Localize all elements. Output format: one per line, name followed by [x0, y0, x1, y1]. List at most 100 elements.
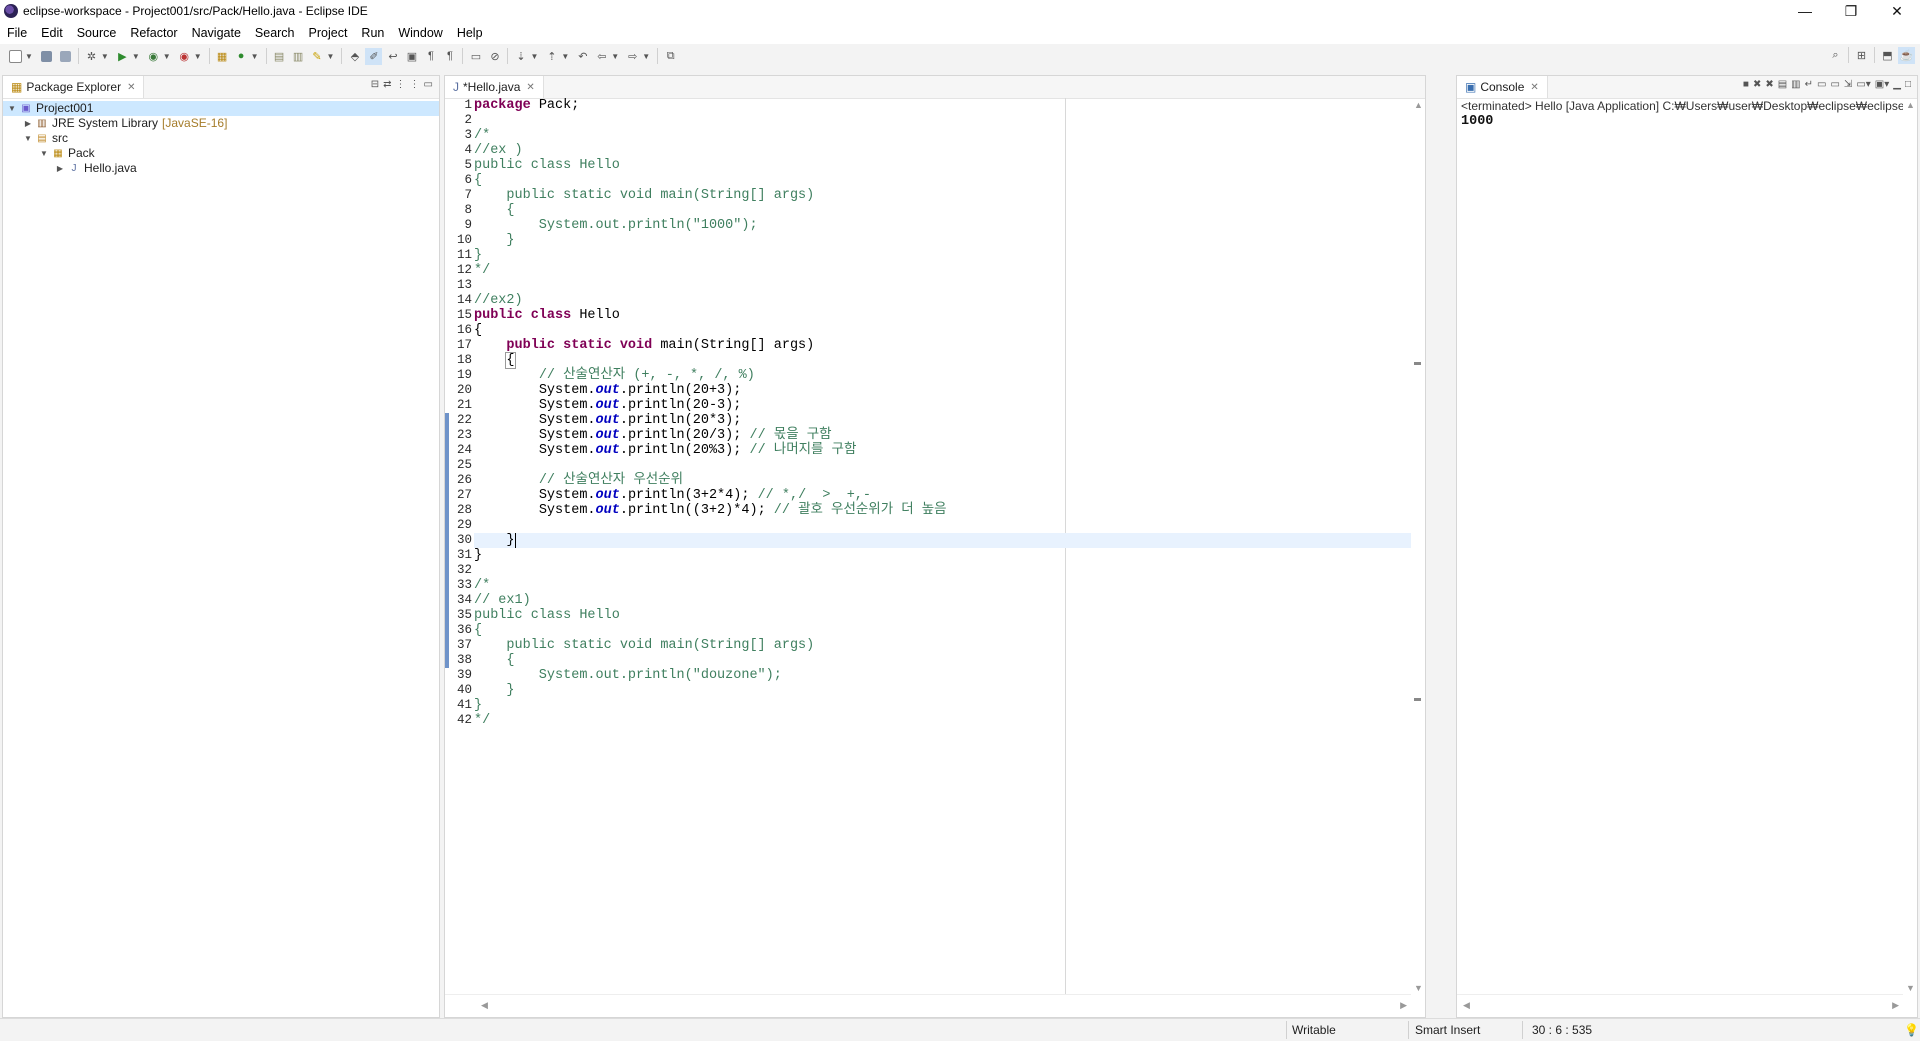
scroll-up-icon[interactable]: ▲ [1906, 100, 1915, 110]
status-insert-mode[interactable]: Smart Insert [1415, 1023, 1480, 1037]
chevron-down-icon[interactable]: ▼ [132, 52, 140, 61]
status-cursor-position[interactable]: 30 : 6 : 535 [1532, 1023, 1592, 1037]
scroll-down-icon[interactable]: ▼ [1906, 983, 1915, 993]
menu-source[interactable]: Source [70, 26, 124, 40]
close-icon[interactable]: ✕ [526, 82, 534, 93]
console-vertical-scrollbar[interactable]: ▲ ▼ [1903, 98, 1917, 995]
paragraph-icon[interactable]: ¶ [441, 48, 458, 65]
display-console-icon[interactable]: ▭▾ [1856, 79, 1870, 90]
terminal-icon[interactable]: ▭ [467, 48, 484, 65]
show-whitespace-icon[interactable]: ¶ [422, 48, 439, 65]
coverage-icon[interactable]: ◉ [145, 48, 162, 65]
menu-window[interactable]: Window [391, 26, 449, 40]
lightbulb-icon[interactable]: 💡 [1904, 1023, 1919, 1037]
menu-navigate[interactable]: Navigate [185, 26, 248, 40]
scroll-left-icon[interactable]: ◀ [481, 1000, 488, 1011]
skip-breakpoints-icon[interactable]: ⊘ [486, 48, 503, 65]
tab-console[interactable]: ▣ Console ✕ [1457, 76, 1548, 98]
filter-icon[interactable]: ⋮ [396, 79, 406, 90]
chevron-right-icon[interactable]: ▶ [55, 161, 65, 176]
link-with-editor-icon[interactable]: ⇄ [383, 79, 391, 90]
new-icon[interactable] [7, 48, 24, 65]
collapse-all-icon[interactable]: ⊟ [371, 79, 379, 90]
perspective-java-icon[interactable]: ☕ [1898, 47, 1915, 64]
close-icon[interactable]: ✕ [1530, 82, 1538, 93]
word-wrap-icon[interactable]: ↩ [384, 48, 401, 65]
show-on-error-icon[interactable]: ▭ [1830, 79, 1839, 90]
view-menu-icon[interactable]: ⋮ [410, 79, 420, 90]
scroll-right-icon[interactable]: ▶ [1892, 1000, 1899, 1011]
perspective-resource-icon[interactable]: ⬒ [1879, 47, 1896, 64]
scroll-left-icon[interactable]: ◀ [1463, 1000, 1470, 1011]
close-button[interactable]: ✕ [1874, 0, 1920, 22]
previous-annotation-icon[interactable]: ⇡ [543, 48, 560, 65]
editor-horizontal-scrollbar[interactable]: ◀ ▶ [445, 994, 1411, 1017]
search-icon[interactable]: ⌕ [1827, 47, 1844, 64]
chevron-down-icon[interactable]: ▼ [530, 52, 538, 61]
open-type-icon[interactable]: ▤ [271, 48, 288, 65]
chevron-down-icon[interactable]: ▼ [163, 52, 171, 61]
console-horizontal-scrollbar[interactable]: ◀ ▶ [1457, 994, 1903, 1017]
tab-package-explorer[interactable]: ▦ Package Explorer ✕ [3, 76, 145, 98]
console-output-area[interactable]: <terminated> Hello [Java Application] C:… [1461, 98, 1903, 995]
back-icon[interactable]: ⇦ [593, 48, 610, 65]
block-selection-icon[interactable]: ▣ [403, 48, 420, 65]
chevron-down-icon[interactable]: ▼ [611, 52, 619, 61]
tree-node-jre[interactable]: ▶ ▥ JRE System Library [JavaSE-16] [3, 116, 439, 131]
chevron-down-icon[interactable]: ▼ [39, 146, 49, 161]
chevron-down-icon[interactable]: ▼ [7, 101, 17, 116]
maximize-view-icon[interactable]: □ [1905, 79, 1911, 90]
close-icon[interactable]: ✕ [127, 82, 135, 93]
chevron-down-icon[interactable]: ▼ [642, 52, 650, 61]
debug-icon[interactable]: ✲ [83, 48, 100, 65]
menu-help[interactable]: Help [450, 26, 490, 40]
scroll-down-icon[interactable]: ▼ [1414, 983, 1423, 993]
tree-node-file[interactable]: ▶ J Hello.java [3, 161, 439, 176]
remove-launch-icon[interactable]: ✖ [1753, 79, 1761, 90]
menu-project[interactable]: Project [302, 26, 355, 40]
new-class-icon[interactable]: ● [233, 48, 250, 65]
clear-console-icon[interactable]: ▤ [1778, 79, 1787, 90]
chevron-down-icon[interactable]: ▼ [23, 131, 33, 146]
scroll-up-icon[interactable]: ▲ [1414, 100, 1423, 110]
minimize-button[interactable]: — [1782, 0, 1828, 22]
tree-node-package[interactable]: ▼ ▦ Pack [3, 146, 439, 161]
pin-editor-icon[interactable]: ⧉ [662, 48, 679, 65]
chevron-right-icon[interactable]: ▶ [23, 116, 33, 131]
menu-search[interactable]: Search [248, 26, 302, 40]
minimize-view-icon[interactable]: ▭ [424, 79, 433, 90]
chevron-down-icon[interactable]: ▼ [561, 52, 569, 61]
overview-marker[interactable] [1414, 362, 1421, 365]
menu-refactor[interactable]: Refactor [123, 26, 184, 40]
restore-button[interactable]: ❐ [1828, 0, 1874, 22]
menu-edit[interactable]: Edit [34, 26, 70, 40]
editor-vertical-scrollbar[interactable]: ▲ ▼ [1411, 98, 1425, 995]
menu-file[interactable]: File [0, 26, 34, 40]
toggle-breadcrumb-icon[interactable]: ⬘ [346, 48, 363, 65]
code-editor[interactable]: 1 2 3 4 5 6 7 8 9 10 11 12 13 14 15 16 1… [445, 98, 1411, 995]
mark-occurrences-icon[interactable]: ✐ [365, 47, 383, 65]
chevron-down-icon[interactable]: ▼ [194, 52, 202, 61]
remove-all-icon[interactable]: ✖ [1765, 79, 1773, 90]
tree-node-src[interactable]: ▼ ▤ src [3, 131, 439, 146]
open-task-icon[interactable]: ▥ [290, 48, 307, 65]
show-on-output-icon[interactable]: ▭ [1817, 79, 1826, 90]
minimize-view-icon[interactable]: ▁ [1893, 79, 1901, 90]
open-console-icon[interactable]: ▣▾ [1875, 79, 1889, 90]
overview-marker[interactable] [1414, 698, 1421, 701]
menu-run[interactable]: Run [354, 26, 391, 40]
save-all-icon[interactable] [57, 48, 74, 65]
run-icon[interactable]: ▶ [114, 48, 131, 65]
chevron-down-icon[interactable]: ▼ [25, 52, 33, 61]
chevron-down-icon[interactable]: ▼ [101, 52, 109, 61]
next-annotation-icon[interactable]: ⇣ [512, 48, 529, 65]
last-edit-icon[interactable]: ↶ [574, 48, 591, 65]
scroll-right-icon[interactable]: ▶ [1400, 1000, 1407, 1011]
search-tool-icon[interactable]: ✎ [309, 48, 326, 65]
word-wrap-icon[interactable]: ↵ [1805, 79, 1813, 90]
new-java-project-icon[interactable]: ▦ [214, 48, 231, 65]
chevron-down-icon[interactable]: ▼ [327, 52, 335, 61]
tree-node-project[interactable]: ▼ ▣ Project001 [3, 101, 439, 116]
external-tools-icon[interactable]: ◉ [176, 48, 193, 65]
save-icon[interactable] [38, 48, 55, 65]
